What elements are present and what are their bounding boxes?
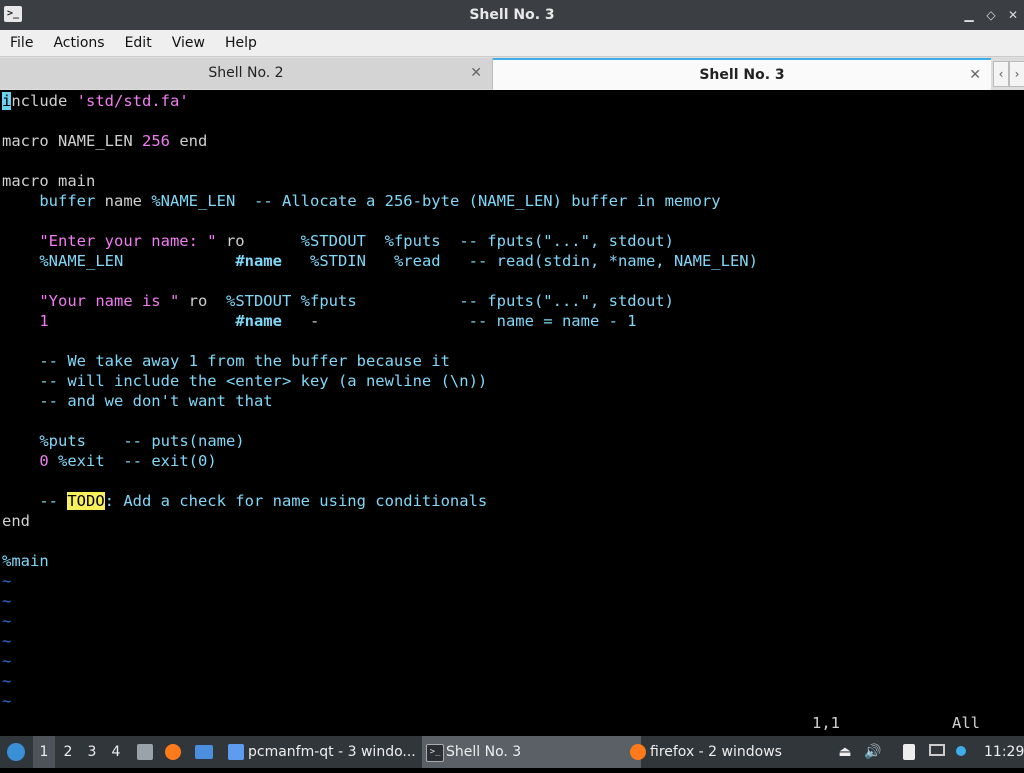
code-line[interactable]: include 'std/std.fa' <box>2 91 758 111</box>
info-icon[interactable] <box>956 736 970 768</box>
eject-icon[interactable]: ⏏ <box>834 736 856 768</box>
code-line[interactable] <box>2 151 758 171</box>
network-icon[interactable] <box>926 736 948 768</box>
workspace-3[interactable]: 3 <box>81 736 103 768</box>
workspace-4[interactable]: 4 <box>105 736 127 768</box>
code-line[interactable]: 0 %exit -- exit(0) <box>2 451 758 471</box>
volume-icon[interactable]: 🔊 <box>862 736 884 768</box>
cursor-position: 1,1 <box>812 714 840 732</box>
folder-icon <box>228 744 244 760</box>
firefox-icon[interactable] <box>162 736 184 768</box>
close-tab-icon[interactable]: ✕ <box>470 58 482 89</box>
menu-bar: File Actions Edit View Help <box>0 30 1024 57</box>
code-line[interactable]: -- We take away 1 from the buffer becaus… <box>2 351 758 371</box>
empty-line-marker[interactable]: ~ <box>2 631 758 651</box>
menu-edit[interactable]: Edit <box>115 30 162 56</box>
code-line[interactable]: 1 #name - -- name = name - 1 <box>2 311 758 331</box>
empty-line-marker[interactable]: ~ <box>2 651 758 671</box>
code-line[interactable]: %puts -- puts(name) <box>2 431 758 451</box>
tab-label: Shell No. 3 <box>699 67 785 83</box>
empty-line-marker[interactable]: ~ <box>2 671 758 691</box>
tab-scroll-right-button[interactable]: › <box>1009 61 1024 87</box>
close-tab-icon[interactable]: ✕ <box>969 60 981 91</box>
task-label: Shell No. 3 <box>446 744 522 760</box>
empty-line-marker[interactable]: ~ <box>2 591 758 611</box>
empty-line-marker[interactable]: ~ <box>2 691 758 711</box>
code-line[interactable]: "Enter your name: " ro %STDOUT %fputs --… <box>2 231 758 251</box>
empty-line-marker[interactable]: ~ <box>2 611 758 631</box>
tab-label: Shell No. 2 <box>208 65 284 81</box>
code-line[interactable] <box>2 471 758 491</box>
minimize-button[interactable]: ▁ <box>960 6 978 24</box>
distro-logo-icon[interactable] <box>4 736 28 768</box>
code-line[interactable]: -- will include the <enter> key (a newli… <box>2 371 758 391</box>
workspace-1[interactable]: 1 <box>33 736 55 768</box>
code-line[interactable]: -- TODO: Add a check for name using cond… <box>2 491 758 511</box>
code-line[interactable]: %NAME_LEN #name %STDIN %read -- read(std… <box>2 251 758 271</box>
menu-actions[interactable]: Actions <box>43 30 114 56</box>
code-line[interactable] <box>2 331 758 351</box>
task-label: firefox - 2 windows <box>650 744 782 760</box>
close-button[interactable]: ✕ <box>1004 6 1022 24</box>
menu-file[interactable]: File <box>0 30 43 56</box>
menu-view[interactable]: View <box>162 30 215 56</box>
terminal-icon: >_ <box>426 744 444 762</box>
code-line[interactable] <box>2 531 758 551</box>
task-label: pcmanfm-qt - 3 windo... <box>248 744 416 760</box>
code-line[interactable]: end <box>2 511 758 531</box>
code-line[interactable] <box>2 271 758 291</box>
tab-shell-2[interactable]: Shell No. 2 ✕ <box>0 58 493 89</box>
code-line[interactable] <box>2 411 758 431</box>
code-line[interactable]: macro NAME_LEN 256 end <box>2 131 758 151</box>
code-line[interactable]: buffer name %NAME_LEN -- Allocate a 256-… <box>2 191 758 211</box>
file-manager-icon[interactable] <box>134 736 156 768</box>
maximize-button[interactable]: ◇ <box>982 6 1000 24</box>
code-line[interactable] <box>2 111 758 131</box>
editor-buffer[interactable]: include 'std/std.fa' macro NAME_LEN 256 … <box>2 91 758 711</box>
desktop-icon[interactable] <box>192 736 216 768</box>
window-titlebar[interactable]: >_ Shell No. 3 ▁ ◇ ✕ <box>0 0 1024 30</box>
tab-bar: Shell No. 2 ✕ Shell No. 3 ✕ ‹ › <box>0 57 1024 90</box>
clipboard-icon[interactable] <box>898 736 920 768</box>
code-line[interactable]: -- and we don't want that <box>2 391 758 411</box>
terminal-view[interactable]: include 'std/std.fa' macro NAME_LEN 256 … <box>0 91 1024 734</box>
taskbar: 1 2 3 4 pcmanfm-qt - 3 windo... >_ Shell… <box>0 736 1024 768</box>
task-pcmanfm[interactable]: pcmanfm-qt - 3 windo... <box>224 736 440 768</box>
clock[interactable]: 11:29 <box>984 736 1024 768</box>
tab-scroll-left-button[interactable]: ‹ <box>993 61 1009 87</box>
vim-status-line: 1,1 All <box>0 712 1024 734</box>
firefox-icon <box>630 744 646 760</box>
code-line[interactable] <box>2 211 758 231</box>
task-shell[interactable]: >_ Shell No. 3 <box>422 736 641 768</box>
code-line[interactable]: %main <box>2 551 758 571</box>
task-firefox[interactable]: firefox - 2 windows <box>626 736 850 768</box>
workspace-2[interactable]: 2 <box>57 736 79 768</box>
scroll-indicator: All <box>952 714 980 732</box>
empty-line-marker[interactable]: ~ <box>2 571 758 591</box>
tab-shell-3[interactable]: Shell No. 3 ✕ <box>493 58 991 90</box>
code-line[interactable]: macro main <box>2 171 758 191</box>
menu-help[interactable]: Help <box>215 30 267 56</box>
window-title: Shell No. 3 <box>469 7 555 23</box>
code-line[interactable]: "Your name is " ro %STDOUT %fputs -- fpu… <box>2 291 758 311</box>
